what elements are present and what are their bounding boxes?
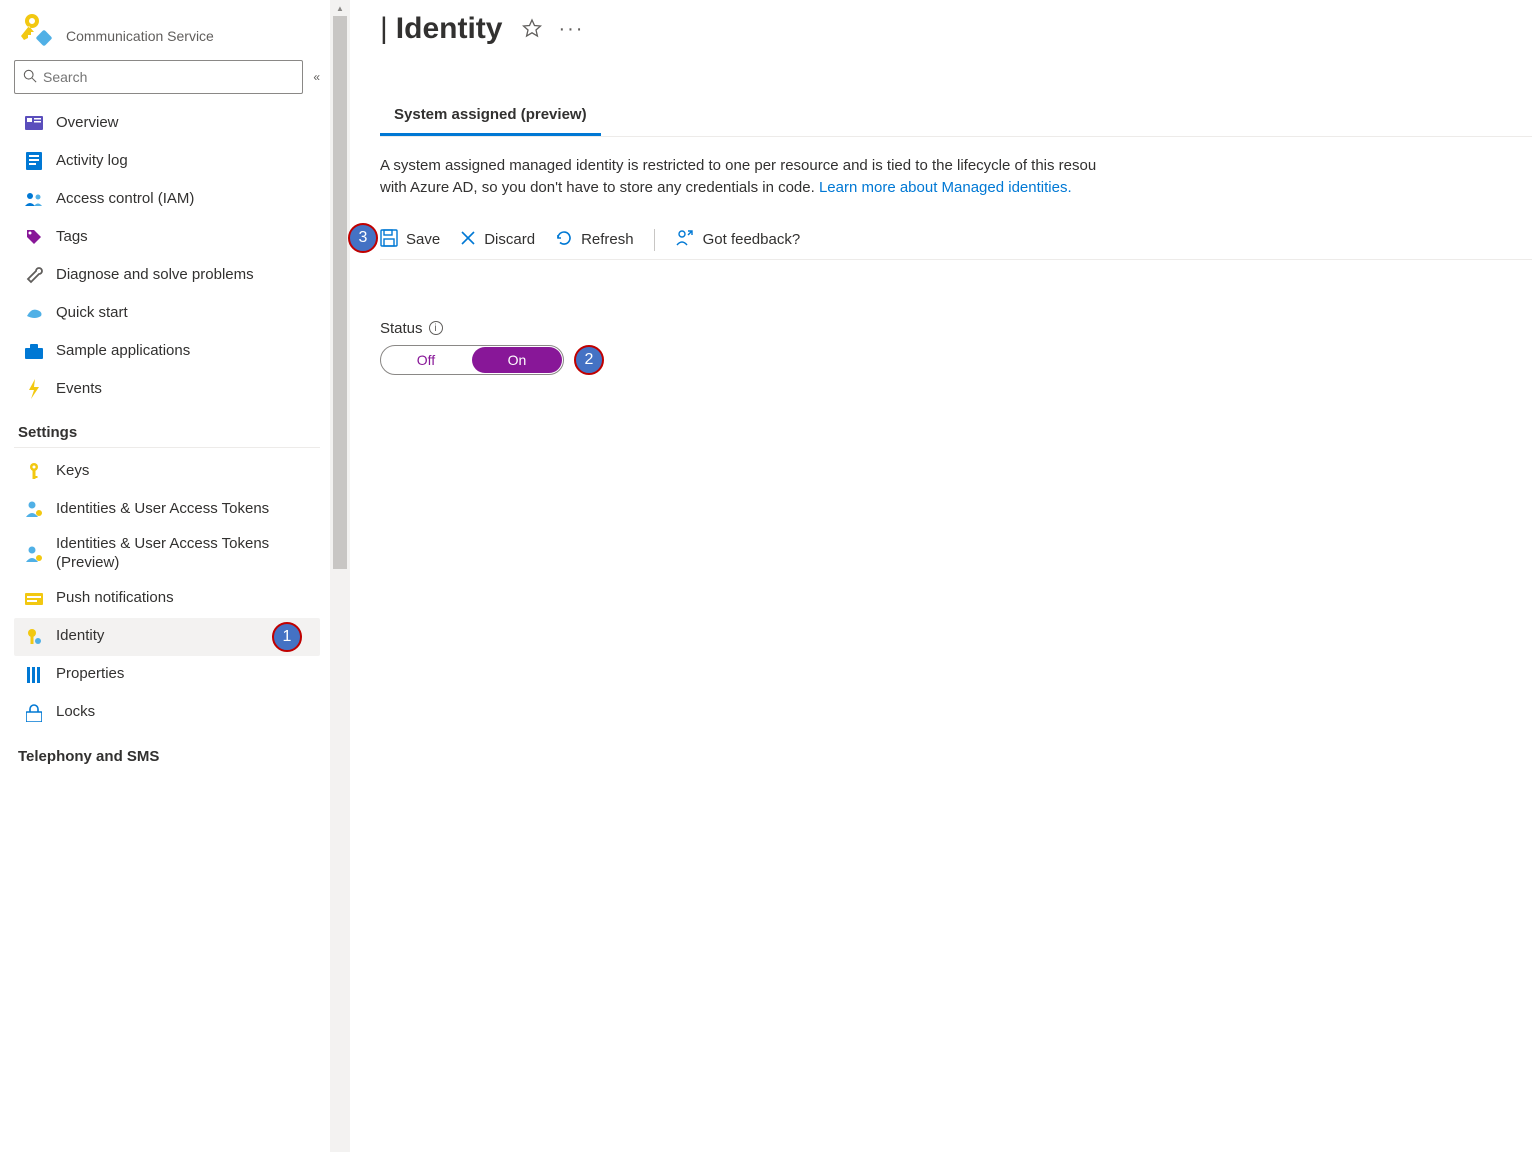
diagnose-icon (24, 265, 44, 285)
events-icon (24, 379, 44, 399)
tags-icon (24, 227, 44, 247)
nav-keys[interactable]: Keys (14, 452, 320, 490)
refresh-label: Refresh (581, 231, 634, 248)
title-separator: | (380, 12, 388, 46)
toolbar-divider (654, 229, 655, 251)
overview-icon (24, 113, 44, 133)
toggle-off[interactable]: Off (381, 346, 471, 374)
discard-button[interactable]: Discard (460, 230, 535, 250)
nav-label: Identities & User Access Tokens (56, 500, 269, 519)
more-actions-icon[interactable]: ··· (558, 18, 584, 41)
search-input[interactable] (43, 69, 294, 85)
nav-activity-log[interactable]: Activity log (14, 142, 320, 180)
locks-icon (24, 703, 44, 723)
info-icon[interactable]: i (429, 321, 443, 335)
tab-system-assigned[interactable]: System assigned (preview) (380, 96, 601, 136)
title-bar: | Identity ··· (380, 0, 1532, 56)
nav-sample-apps[interactable]: Sample applications (14, 332, 320, 370)
nav-label: Diagnose and solve problems (56, 266, 254, 285)
tabs: System assigned (preview) (380, 96, 1532, 137)
feedback-button[interactable]: Got feedback? (675, 229, 801, 251)
nav-quick-start[interactable]: Quick start (14, 294, 320, 332)
learn-more-link[interactable]: Learn more about Managed identities. (819, 179, 1072, 196)
nav-label: Push notifications (56, 589, 174, 608)
nav-locks[interactable]: Locks (14, 694, 320, 732)
page-title: Identity (396, 12, 503, 46)
save-label: Save (406, 231, 440, 248)
refresh-icon (555, 229, 573, 251)
discard-icon (460, 230, 476, 250)
search-row: « (14, 60, 320, 94)
identities-preview-icon (24, 544, 44, 564)
nav-label: Keys (56, 462, 89, 481)
nav-label: Overview (56, 114, 119, 133)
nav-label: Access control (IAM) (56, 190, 194, 209)
nav-identity[interactable]: Identity 1 (14, 618, 320, 656)
nav-events[interactable]: Events (14, 370, 320, 408)
status-toggle[interactable]: Off On (380, 345, 564, 375)
search-icon (23, 69, 37, 86)
sidebar: Communication Service « Overview Activit… (0, 0, 330, 1152)
nav-label: Tags (56, 228, 88, 247)
main-content: | Identity ··· System assigned (preview)… (350, 0, 1532, 1152)
nav-label: Identity (56, 627, 104, 646)
toolbar: 3 Save Discard Refresh Got feedback? (380, 229, 1532, 260)
keys-icon (24, 461, 44, 481)
nav-identities[interactable]: Identities & User Access Tokens (14, 490, 320, 528)
feedback-icon (675, 229, 695, 251)
nav-identities-preview[interactable]: Identities & User Access Tokens (Preview… (14, 528, 320, 580)
collapse-sidebar-button[interactable]: « (313, 70, 320, 84)
sample-apps-icon (24, 341, 44, 361)
activity-log-icon (24, 151, 44, 171)
description-part1: A system assigned managed identity is re… (380, 157, 1096, 174)
callout-1: 1 (272, 622, 302, 652)
discard-label: Discard (484, 231, 535, 248)
feedback-label: Got feedback? (703, 231, 801, 248)
nav-overview[interactable]: Overview (14, 104, 320, 142)
callout-2: 2 (574, 345, 604, 375)
quick-start-icon (24, 303, 44, 323)
status-label: Status (380, 320, 423, 337)
favorite-star-icon[interactable] (522, 18, 542, 41)
search-box[interactable] (14, 60, 303, 94)
nav-label: Events (56, 380, 102, 399)
properties-icon (24, 665, 44, 685)
nav-access-control[interactable]: Access control (IAM) (14, 180, 320, 218)
access-control-icon (24, 189, 44, 209)
toggle-on[interactable]: On (472, 347, 562, 373)
section-telephony: Telephony and SMS (14, 732, 320, 771)
save-button[interactable]: Save (380, 229, 440, 251)
nav-push-notifications[interactable]: Push notifications (14, 580, 320, 618)
identities-icon (24, 499, 44, 519)
push-icon (24, 589, 44, 609)
refresh-button[interactable]: Refresh (555, 229, 634, 251)
service-type-label: Communication Service (66, 28, 214, 44)
sidebar-header: Communication Service (14, 10, 320, 46)
nav-label: Sample applications (56, 342, 190, 361)
nav-label: Activity log (56, 152, 128, 171)
nav-label: Quick start (56, 304, 128, 323)
nav-diagnose[interactable]: Diagnose and solve problems (14, 256, 320, 294)
nav-tags[interactable]: Tags (14, 218, 320, 256)
nav-label: Properties (56, 665, 124, 684)
nav-label: Locks (56, 703, 95, 722)
identity-icon (24, 627, 44, 647)
section-settings: Settings (14, 408, 320, 448)
scrollbar-thumb[interactable] (333, 16, 347, 569)
description-part2: with Azure AD, so you don't have to stor… (380, 179, 815, 196)
nav-properties[interactable]: Properties (14, 656, 320, 694)
callout-3: 3 (348, 223, 378, 253)
nav-label: Identities & User Access Tokens (Preview… (56, 535, 310, 573)
scroll-up-icon[interactable]: ▲ (336, 0, 344, 16)
status-block: Status i Off On 2 (380, 320, 1532, 375)
description-text: A system assigned managed identity is re… (380, 155, 1532, 199)
sidebar-scrollbar[interactable]: ▲ (330, 0, 350, 1152)
key-service-icon (18, 10, 54, 46)
save-icon (380, 229, 398, 251)
